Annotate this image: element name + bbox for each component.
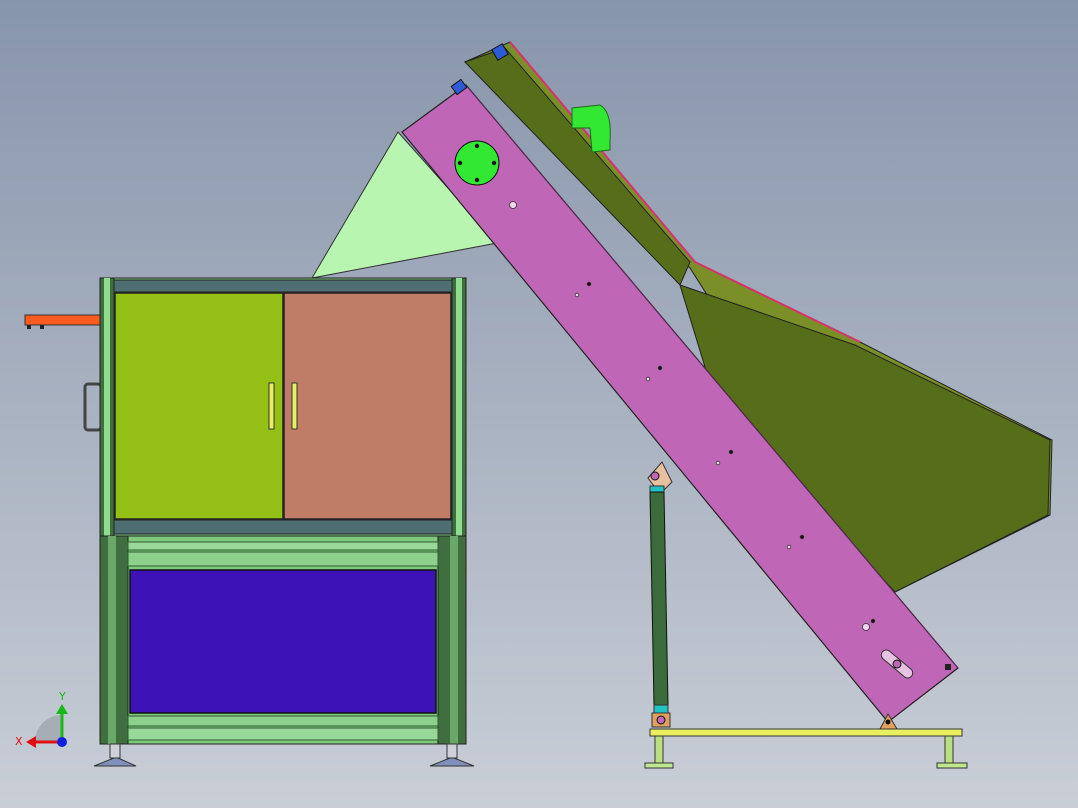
x-axis-label: X xyxy=(15,735,23,748)
left-door[interactable] xyxy=(114,292,284,520)
y-axis-label: Y xyxy=(58,690,66,703)
left-door-handle[interactable] xyxy=(268,382,275,430)
lower-panel xyxy=(129,569,437,714)
right-door[interactable] xyxy=(283,292,452,520)
cad-drawing: Y X xyxy=(0,0,1078,808)
cad-viewport[interactable]: Y X xyxy=(0,0,1078,808)
right-door-handle[interactable] xyxy=(291,382,298,430)
feed-plate xyxy=(24,314,101,326)
